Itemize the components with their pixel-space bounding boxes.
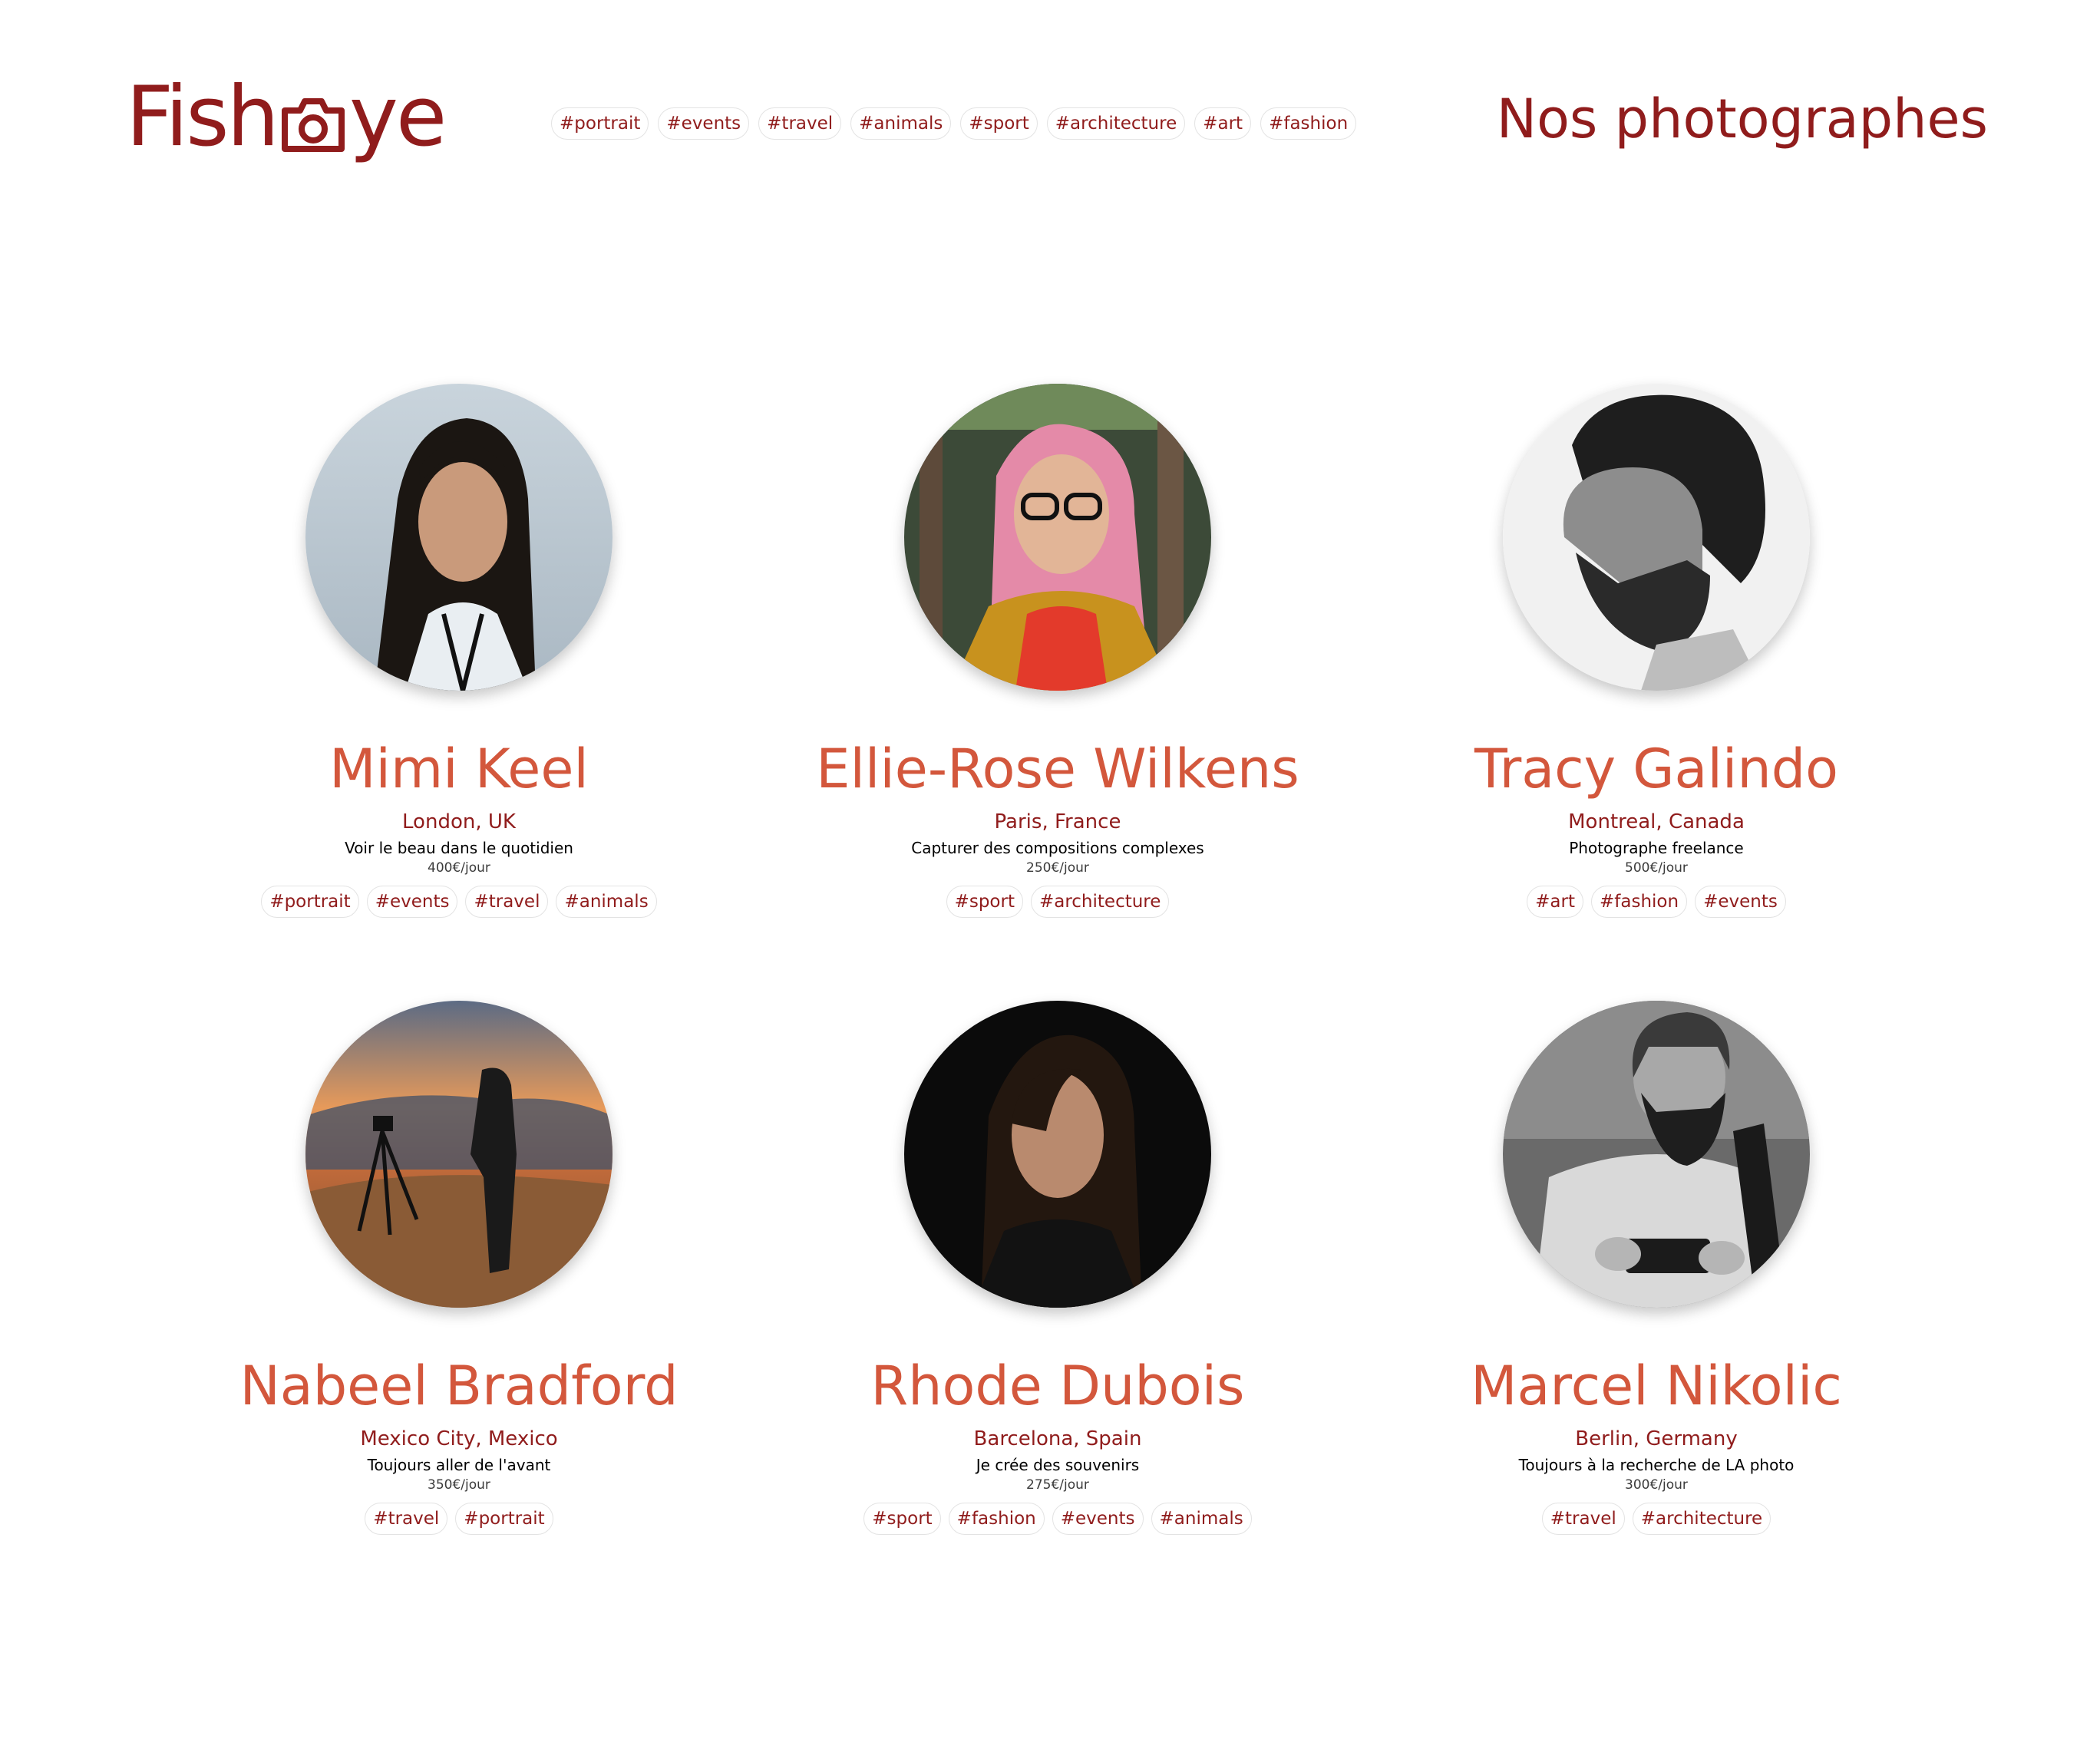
card-tag[interactable]: #events (366, 886, 458, 918)
card-tag[interactable]: #sport (946, 886, 1023, 918)
photographer-tags: #travel #architecture (1357, 1503, 1956, 1535)
photographer-price: 300€/jour (1625, 1477, 1688, 1493)
card-tag[interactable]: #animals (1151, 1503, 1252, 1535)
card-tag[interactable]: #events (1695, 886, 1786, 918)
photographer-tagline: Toujours aller de l'avant (367, 1456, 551, 1474)
photographer-name[interactable]: Ellie-Rose Wilkens (758, 737, 1357, 801)
photographer-tags: #travel #portrait (160, 1503, 758, 1535)
card-tag[interactable]: #sport (863, 1503, 941, 1535)
photographer-location: Paris, France (994, 810, 1121, 833)
photographers-grid: Mimi Keel London, UK Voir le beau dans l… (0, 0, 2100, 1762)
card-tag[interactable]: #art (1527, 886, 1583, 918)
photographer-avatar[interactable] (305, 1001, 612, 1308)
photographer-tags: #sport #fashion #events #animals (758, 1503, 1357, 1535)
photographer-avatar[interactable] (904, 1001, 1211, 1308)
photographer-avatar[interactable] (305, 384, 612, 691)
photographer-card: Mimi Keel London, UK Voir le beau dans l… (160, 384, 758, 918)
photographer-price: 275€/jour (1026, 1477, 1089, 1493)
photographer-price: 400€/jour (428, 860, 490, 876)
photographer-location: Barcelona, Spain (973, 1427, 1142, 1450)
card-tag[interactable]: #fashion (1591, 886, 1688, 918)
card-tag[interactable]: #portrait (455, 1503, 553, 1535)
photographer-location: Berlin, Germany (1575, 1427, 1738, 1450)
photographer-price: 350€/jour (428, 1477, 490, 1493)
photographer-tagline: Je crée des souvenirs (976, 1456, 1140, 1474)
photographer-card: Nabeel Bradford Mexico City, Mexico Touj… (160, 1001, 758, 1535)
photographer-tags: #portrait #events #travel #animals (160, 886, 758, 918)
photographer-name[interactable]: Mimi Keel (160, 737, 758, 801)
photographer-avatar[interactable] (1503, 384, 1810, 691)
photographer-tags: #art #fashion #events (1357, 886, 1956, 918)
photographer-tagline: Voir le beau dans le quotidien (345, 839, 573, 857)
card-tag[interactable]: #events (1052, 1503, 1144, 1535)
card-tag[interactable]: #animals (556, 886, 657, 918)
photographer-name[interactable]: Nabeel Bradford (160, 1354, 758, 1418)
photographer-tagline: Photographe freelance (1569, 839, 1744, 857)
photographer-tagline: Toujours à la recherche de LA photo (1518, 1456, 1795, 1474)
photographer-price: 250€/jour (1026, 860, 1089, 876)
photographer-tags: #sport #architecture (758, 886, 1357, 918)
photographer-location: Mexico City, Mexico (360, 1427, 558, 1450)
photographer-location: London, UK (402, 810, 516, 833)
photographer-avatar[interactable] (1503, 1001, 1810, 1308)
card-tag[interactable]: #travel (365, 1503, 448, 1535)
card-tag[interactable]: #architecture (1632, 1503, 1771, 1535)
card-tag[interactable]: #portrait (261, 886, 359, 918)
photographer-avatar[interactable] (904, 384, 1211, 691)
card-tag[interactable]: #travel (465, 886, 549, 918)
photographer-name[interactable]: Rhode Dubois (758, 1354, 1357, 1418)
photographer-card: Ellie-Rose Wilkens Paris, France Capture… (758, 384, 1357, 918)
card-tag[interactable]: #architecture (1030, 886, 1170, 918)
card-tag[interactable]: #travel (1541, 1503, 1625, 1535)
photographer-name[interactable]: Marcel Nikolic (1357, 1354, 1956, 1418)
photographer-tagline: Capturer des compositions complexes (911, 839, 1204, 857)
photographer-card: Tracy Galindo Montreal, Canada Photograp… (1357, 384, 1956, 918)
photographer-name[interactable]: Tracy Galindo (1357, 737, 1956, 801)
photographer-location: Montreal, Canada (1568, 810, 1745, 833)
photographer-card: Rhode Dubois Barcelona, Spain Je crée de… (758, 1001, 1357, 1535)
photographer-card: Marcel Nikolic Berlin, Germany Toujours … (1357, 1001, 1956, 1535)
card-tag[interactable]: #fashion (948, 1503, 1045, 1535)
photographer-price: 500€/jour (1625, 860, 1688, 876)
